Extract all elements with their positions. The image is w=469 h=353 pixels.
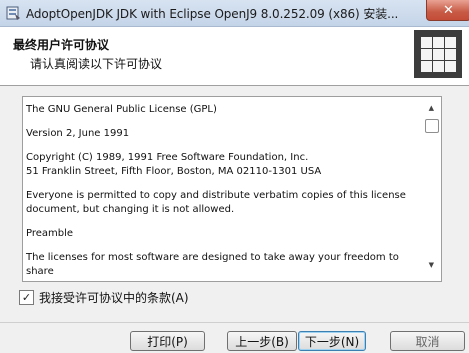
- accept-checkbox[interactable]: ✓: [19, 289, 34, 305]
- page-subtitle: 请认真阅读以下许可协议: [30, 57, 163, 71]
- license-paragraph: Everyone is permitted to copy and distri…: [26, 190, 406, 215]
- scroll-down-icon[interactable]: ▼: [429, 261, 434, 269]
- license-text-area[interactable]: The GNU General Public License (GPL) Ver…: [22, 96, 442, 282]
- next-button[interactable]: 下一步(N): [298, 331, 366, 351]
- page-title: 最终用户许可协议: [13, 38, 110, 52]
- grid-logo-icon: [414, 30, 462, 78]
- footer-divider: [0, 322, 469, 323]
- license-paragraph: The licenses for most software are desig…: [26, 252, 399, 277]
- close-icon: ✕: [443, 2, 454, 18]
- accept-label[interactable]: 我接受许可协议中的条款(A): [39, 289, 189, 306]
- license-paragraph: Version 2, June 1991: [26, 128, 130, 139]
- accept-license-row[interactable]: ✓ 我接受许可协议中的条款(A): [19, 289, 189, 305]
- license-paragraph: Copyright (C) 1989, 1991 Free Software F…: [26, 152, 322, 177]
- cancel-button[interactable]: 取消: [390, 331, 465, 351]
- scrollbar-thumb[interactable]: [425, 119, 439, 133]
- installer-icon: [6, 6, 20, 20]
- window-title: AdoptOpenJDK JDK with Eclipse OpenJ9 8.0…: [26, 7, 399, 21]
- title-bar[interactable]: AdoptOpenJDK JDK with Eclipse OpenJ9 8.0…: [0, 0, 469, 27]
- print-button[interactable]: 打印(P): [130, 331, 205, 351]
- checkmark-icon: ✓: [21, 290, 32, 304]
- close-button[interactable]: ✕: [426, 0, 469, 21]
- header-banner: 最终用户许可协议 请认真阅读以下许可协议: [0, 27, 469, 86]
- back-button[interactable]: 上一步(B): [227, 331, 297, 351]
- license-paragraph: Preamble: [26, 228, 74, 239]
- scroll-up-icon[interactable]: ▲: [429, 104, 434, 112]
- license-paragraph: The GNU General Public License (GPL): [26, 104, 217, 115]
- license-content: The GNU General Public License (GPL) Ver…: [26, 103, 416, 289]
